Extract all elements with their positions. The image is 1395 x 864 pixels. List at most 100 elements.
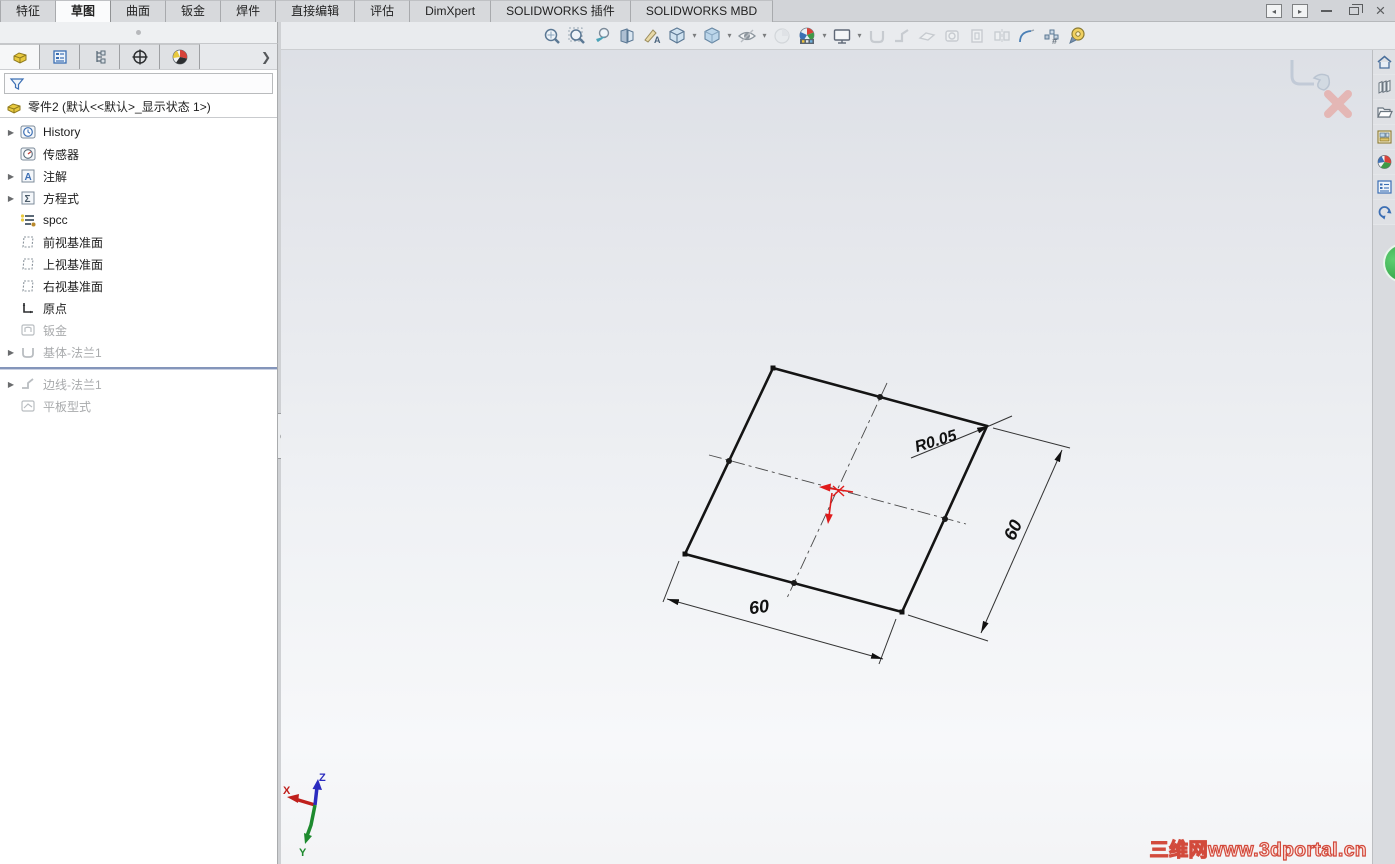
tree-item-base-flange[interactable]: ▶ 基体-法兰1 [0,341,277,363]
cancel-sketch-icon[interactable] [1324,90,1352,118]
display-style-caret-icon[interactable]: ▾ [725,31,734,40]
appearances-scenes-button[interactable] [1373,150,1395,175]
featuremanager-filter[interactable] [4,73,273,94]
tab-direct-editing[interactable]: 直接编辑 [276,0,356,22]
tab-featuremanager-tree[interactable] [0,44,40,69]
file-explorer-button[interactable] [1373,100,1395,125]
part-title-row[interactable]: 零件2 (默认<<默认>_显示状态 1>) [0,96,277,118]
hide-show-caret-icon[interactable]: ▾ [760,31,769,40]
tab-weldments[interactable]: 焊件 [221,0,277,22]
midpoint-dot[interactable] [877,394,883,400]
view-palette-button[interactable] [1373,125,1395,150]
tree-item-equations[interactable]: ▶ Σ 方程式 [0,187,277,209]
tab-sheet-metal[interactable]: 钣金 [166,0,222,22]
previous-view-icon[interactable] [590,24,614,48]
tab-solidworks-addins[interactable]: SOLIDWORKS 插件 [491,0,631,22]
tree-item-history[interactable]: ▶ History [0,121,277,143]
annotations-icon: A [18,167,38,185]
exit-sketch-icon[interactable] [1290,60,1331,91]
solidworks-resources-button[interactable] [1373,50,1395,75]
view-orientation-caret-icon[interactable]: ▾ [690,31,699,40]
tree-item-label: 原点 [43,301,68,316]
triad-x-label: X [283,785,291,797]
tab-dimxpertmanager[interactable] [120,44,160,69]
display-style-icon[interactable] [700,24,724,48]
commandmanager-grip[interactable] [136,30,141,35]
tab-propertymanager[interactable] [40,44,80,69]
apply-scene-caret-icon[interactable]: ▾ [820,31,829,40]
sketch-canvas[interactable]: 60 60 R0.05 X Z Y [281,50,1372,864]
view-settings-icon[interactable] [830,24,854,48]
tree-item-annotations[interactable]: ▶ A 注解 [0,165,277,187]
propertymanager-icon [52,50,67,64]
dimension-radius[interactable]: R0.05 [910,415,1013,459]
view-orientation-icon[interactable] [665,24,689,48]
tab-evaluate[interactable]: 评估 [355,0,411,22]
collapsed-commandmanager[interactable] [0,22,278,44]
sketch-vertex[interactable] [899,609,905,615]
filter-funnel-icon [9,77,25,90]
hide-show-items-icon[interactable] [735,24,759,48]
expand-arrow-icon[interactable]: ▶ [4,172,18,181]
sensor-icon [18,145,38,163]
pattern-icon[interactable]: # [1040,24,1064,48]
midpoint-dot[interactable] [942,516,948,522]
tree-item-sensors[interactable]: 传感器 [0,143,277,165]
dimension-radius-text[interactable]: R0.05 [913,427,960,456]
close-button[interactable]: × [1372,1,1389,20]
tree-item-front-plane[interactable]: 前视基准面 [0,231,277,253]
minimize-button[interactable] [1318,4,1335,19]
expand-arrow-icon[interactable]: ▶ [4,380,18,389]
tab-sketch[interactable]: 草图 [56,0,112,22]
design-library-button[interactable] [1373,75,1395,100]
tree-item-edge-flange[interactable]: ▶ 边线-法兰1 [0,373,277,395]
midpoint-dot[interactable] [791,580,797,586]
apply-scene-icon[interactable] [795,24,819,48]
tree-item-right-plane[interactable]: 右视基准面 [0,275,277,297]
annotation-view-icon[interactable]: A [640,24,664,48]
dock-left-icon[interactable]: ◂ [1266,4,1282,18]
tab-dimxpert[interactable]: DimXpert [410,0,492,22]
sketched-bend-icon[interactable] [1015,24,1039,48]
expand-arrow-icon[interactable]: ▶ [4,128,18,137]
measure-icon[interactable] [1065,24,1089,48]
featuremanager-tabs-overflow[interactable]: ❯ [255,44,277,69]
dimension-height[interactable]: 60 [907,427,1071,642]
task-pane [1372,50,1395,864]
custom-properties-button[interactable] [1373,175,1395,200]
midpoint-dot[interactable] [726,458,732,464]
dock-right-icon[interactable]: ▸ [1292,4,1308,18]
edit-appearance-icon[interactable] [770,24,794,48]
tab-solidworks-mbd[interactable]: SOLIDWORKS MBD [630,0,774,22]
tree-item-origin[interactable]: 原点 [0,297,277,319]
tab-features[interactable]: 特征 [0,0,57,22]
edge-flange-icon [890,24,914,48]
tab-displaymanager[interactable] [160,44,200,69]
base-flange-icon [865,24,889,48]
forum-refresh-button[interactable] [1373,200,1395,225]
tree-item-top-plane[interactable]: 上视基准面 [0,253,277,275]
tab-configurationmanager[interactable] [80,44,120,69]
sketch-vertex[interactable] [770,365,776,371]
tree-item-label: 平板型式 [43,399,92,414]
dimension-width[interactable]: 60 [662,560,897,665]
zoom-to-fit-icon[interactable] [540,24,564,48]
restore-button[interactable] [1345,4,1363,19]
tree-item-label: 边线-法兰1 [43,377,102,392]
forming-tool-icon [940,24,964,48]
expand-arrow-icon[interactable]: ▶ [4,194,18,203]
expand-arrow-icon[interactable]: ▶ [4,348,18,357]
tree-item-flat-pattern[interactable]: 平板型式 [0,395,277,417]
sketch-vertex[interactable] [682,551,688,557]
dimension-width-text[interactable]: 60 [748,596,771,619]
tree-item-sheet-metal[interactable]: 钣金 [0,319,277,341]
zoom-to-area-icon[interactable] [565,24,589,48]
view-settings-caret-icon[interactable]: ▾ [855,31,864,40]
rollback-bar[interactable] [0,367,277,369]
origin-icon [18,299,38,317]
tree-item-material[interactable]: spcc [0,209,277,231]
tree-item-label: 传感器 [43,147,80,162]
tab-surfaces[interactable]: 曲面 [111,0,167,22]
graphics-area[interactable]: 60 60 R0.05 X Z Y 三维网www.3dportal.cn [281,50,1372,864]
section-view-icon[interactable] [615,24,639,48]
